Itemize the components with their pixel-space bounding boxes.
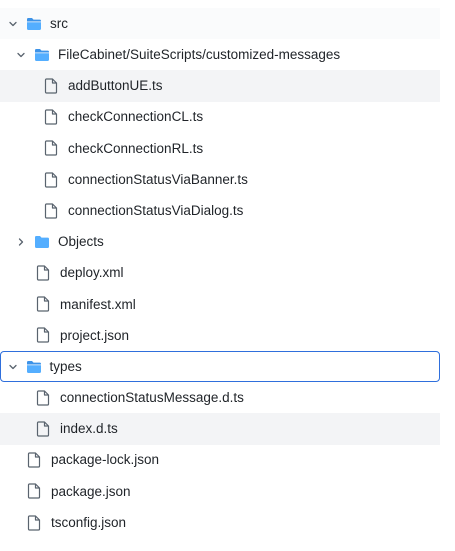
- file-icon: [36, 327, 50, 344]
- tree-item-label: connectionStatusViaDialog.ts: [68, 202, 244, 218]
- folder-open-icon: [34, 48, 50, 62]
- file-icon: [44, 109, 58, 125]
- tree-item-label: package.json: [51, 483, 131, 499]
- tree-item-connectionstatusviabanner-ts[interactable]: connectionStatusViaBanner.ts: [0, 164, 440, 195]
- tree-item-manifest-xml[interactable]: manifest.xml: [0, 289, 440, 320]
- chevron-down-icon[interactable]: [14, 48, 28, 62]
- tree-item-checkconnectionrl-ts[interactable]: checkConnectionRL.ts: [0, 133, 440, 164]
- tree-item-label: project.json: [60, 327, 130, 343]
- tree-item-package-json[interactable]: package.json: [0, 476, 440, 507]
- file-icon: [36, 296, 50, 312]
- tree-item-label: addButtonUE.ts: [68, 78, 163, 94]
- file-icon: [44, 203, 58, 219]
- tree-item-objects[interactable]: Objects: [0, 226, 440, 257]
- tree-item-project-json[interactable]: project.json: [0, 320, 440, 351]
- tree-item-checkconnectioncl-ts[interactable]: checkConnectionCL.ts: [0, 102, 440, 133]
- folder-icon: [34, 235, 50, 249]
- tree-item-connectionstatusviadialog-ts[interactable]: connectionStatusViaDialog.ts: [0, 195, 440, 226]
- tree-item-label: connectionStatusMessage.d.ts: [60, 390, 244, 406]
- tree-item-label: connectionStatusViaBanner.ts: [68, 171, 248, 187]
- file-icon: [44, 171, 58, 188]
- tree-item-label: deploy.xml: [60, 265, 124, 281]
- tree-item-label: src: [50, 15, 68, 31]
- file-icon: [27, 483, 41, 500]
- tree-item-label: FileCabinet/SuiteScripts/customized-mess…: [58, 47, 341, 63]
- folder-open-icon: [26, 17, 42, 31]
- file-icon: [36, 421, 50, 437]
- tree-item-package-lock-json[interactable]: package-lock.json: [0, 445, 440, 476]
- file-icon: [27, 452, 41, 468]
- file-icon: [44, 78, 58, 94]
- file-icon: [36, 390, 50, 406]
- tree-item-deploy-xml[interactable]: deploy.xml: [0, 258, 440, 289]
- tree-item-filecabinet-suitescripts-customized-messages[interactable]: FileCabinet/SuiteScripts/customized-mess…: [0, 39, 440, 70]
- tree-item-types[interactable]: types: [0, 351, 440, 383]
- tree-item-src[interactable]: src: [0, 8, 440, 40]
- tree-item-label: checkConnectionRL.ts: [68, 140, 204, 156]
- tree-item-label: checkConnectionCL.ts: [68, 109, 204, 125]
- file-icon: [36, 265, 50, 281]
- tree-item-label: tsconfig.json: [51, 514, 127, 530]
- chevron-right-icon[interactable]: [14, 235, 28, 249]
- file-icon: [27, 514, 41, 531]
- tree-item-label: package-lock.json: [51, 452, 160, 468]
- tree-item-label: types: [49, 358, 82, 374]
- chevron-down-icon[interactable]: [6, 360, 20, 374]
- tree-item-label: manifest.xml: [60, 296, 136, 312]
- chevron-down-icon[interactable]: [6, 17, 20, 31]
- tree-item-tsconfig-json[interactable]: tsconfig.json: [0, 507, 440, 538]
- file-icon: [44, 140, 58, 156]
- file-tree: src FileCabinet/SuiteScripts/customized-…: [0, 8, 440, 538]
- tree-item-connectionstatusmessage-d-ts[interactable]: connectionStatusMessage.d.ts: [0, 382, 440, 413]
- tree-item-addbuttonue-ts[interactable]: addButtonUE.ts: [0, 70, 440, 102]
- tree-item-label: index.d.ts: [60, 421, 118, 437]
- tree-item-index-d-ts[interactable]: index.d.ts: [0, 413, 440, 445]
- folder-open-icon: [26, 360, 42, 374]
- tree-item-label: Objects: [58, 234, 104, 250]
